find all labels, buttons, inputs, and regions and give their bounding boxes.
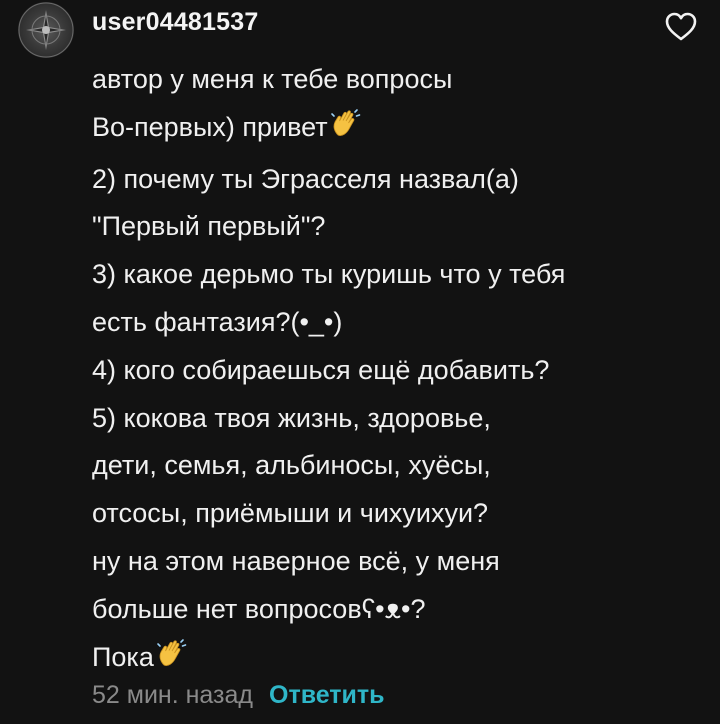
comment-line: больше нет вопросовʕ•ᴥ•?	[92, 593, 426, 624]
comment-line: Во-первых) привет	[92, 104, 702, 156]
comment-body: автор у меня к тебе вопросы Во-первых) п…	[92, 56, 702, 685]
comment-line: 2) почему ты Эграсселя назвал(а)	[92, 163, 519, 194]
comment-line: есть фантазия?(•_•)	[92, 306, 343, 337]
comment-line: ну на этом наверное всё, у меня	[92, 545, 500, 576]
comment-line: дети, семья, альбиносы, хуёсы,	[92, 450, 491, 481]
timestamp: 52 мин. назад	[92, 680, 253, 709]
comment-line: 3) какое дерьмо ты куришь что у тебя	[92, 259, 566, 290]
comment-line: 5) кокова твоя жизнь, здоровье,	[92, 402, 491, 433]
waving-hand-emoji-icon	[329, 108, 361, 156]
comment-line: отсосы, приёмыши и чихуихуи?	[92, 498, 489, 529]
avatar-emblem-icon	[18, 2, 74, 58]
comment: user04481537 автор у меня к тебе вопросы…	[0, 0, 720, 724]
comment-line-text: Во-первых) привет	[92, 111, 328, 142]
comment-line: "Первый первый"?	[92, 211, 326, 242]
comment-line: автор у меня к тебе вопросы	[92, 64, 453, 94]
comment-line-text: Пока	[92, 641, 154, 672]
heart-outline-icon	[665, 12, 697, 41]
like-button[interactable]	[664, 10, 698, 44]
user-avatar[interactable]	[18, 2, 74, 58]
comment-footer: 52 мин. назад Ответить	[92, 677, 385, 713]
reply-button[interactable]: Ответить	[269, 681, 385, 710]
username[interactable]: user04481537	[92, 8, 258, 37]
comment-line: 4) кого собираешься ещё добавить?	[92, 354, 550, 385]
